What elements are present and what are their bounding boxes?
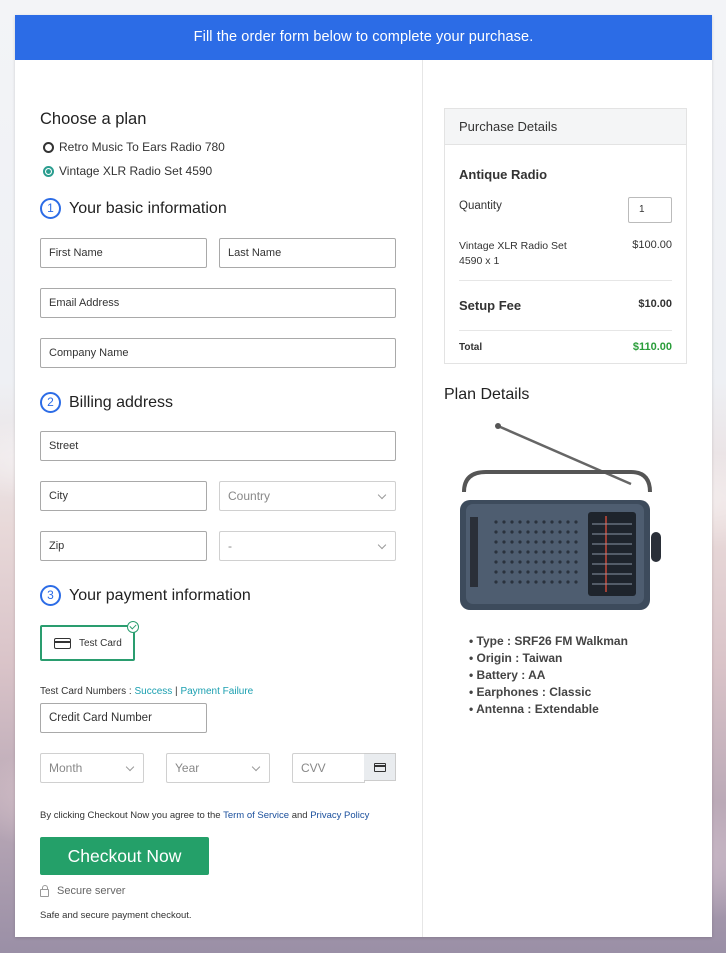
item-line-1: Vintage XLR Radio Set	[459, 240, 567, 252]
lock-icon	[40, 884, 49, 897]
check-circle-icon	[127, 621, 139, 633]
zip-input[interactable]: Zip	[40, 531, 207, 561]
spec-item: Battery : AA	[469, 668, 628, 682]
checkout-now-button[interactable]: Checkout Now	[40, 837, 209, 875]
purchase-details-heading: Purchase Details	[445, 109, 686, 145]
radio-checked-icon[interactable]	[43, 165, 54, 177]
company-name-input[interactable]: Company Name	[40, 338, 396, 368]
column-divider	[422, 60, 423, 937]
radio-unchecked-icon[interactable]	[43, 141, 54, 153]
year-select[interactable]: Year	[166, 753, 270, 783]
plan-option-label: Vintage XLR Radio Set 4590	[59, 164, 213, 178]
quantity-label: Quantity	[459, 200, 502, 212]
step-number-badge: 1	[40, 198, 61, 219]
plan-details-heading: Plan Details	[444, 386, 530, 403]
total-label: Total	[459, 342, 483, 353]
choose-plan-heading: Choose a plan	[40, 110, 147, 128]
plan-option-vintage[interactable]: Vintage XLR Radio Set 4590	[43, 164, 212, 178]
cvv-input[interactable]: CVV	[292, 753, 365, 783]
safe-checkout-text: Safe and secure payment checkout.	[40, 910, 192, 921]
chevron-down-icon	[125, 762, 135, 772]
terms-and: and	[289, 810, 311, 821]
test-card-label: Test Card	[79, 637, 122, 649]
terms-of-service-link[interactable]: Term of Service	[223, 810, 289, 821]
top-banner: Fill the order form below to complete yo…	[15, 15, 712, 60]
billing-section-title: 2 Billing address	[40, 392, 173, 413]
separator	[459, 330, 672, 331]
country-select-value: Country	[228, 489, 271, 503]
first-name-input[interactable]: First Name	[40, 238, 207, 268]
section-title-text: Your basic information	[69, 199, 227, 217]
test-numbers-prefix: Test Card Numbers :	[40, 686, 135, 697]
item-price: $100.00	[632, 239, 672, 251]
test-card-option[interactable]: Test Card	[40, 621, 139, 661]
cvv-card-icon	[364, 753, 396, 781]
section-title-text: Your payment information	[69, 586, 251, 604]
chevron-down-icon	[251, 762, 261, 772]
state-select-value: -	[228, 539, 232, 553]
credit-card-number-input[interactable]: Credit Card Number	[40, 703, 207, 733]
step-number-badge: 3	[40, 585, 61, 606]
chevron-down-icon	[377, 540, 387, 550]
total-value: $110.00	[632, 341, 672, 353]
month-select[interactable]: Month	[40, 753, 144, 783]
purchase-details-panel: Purchase Details Antique Radio Quantity …	[444, 108, 687, 364]
chevron-down-icon	[377, 490, 387, 500]
email-input[interactable]: Email Address	[40, 288, 396, 318]
section-title-text: Billing address	[69, 393, 174, 411]
quantity-input[interactable]: 1	[628, 197, 672, 223]
basic-info-section-title: 1 Your basic information	[40, 198, 227, 219]
success-link[interactable]: Success	[134, 686, 172, 697]
payment-failure-link[interactable]: Payment Failure	[180, 686, 253, 697]
terms-text: By clicking Checkout Now you agree to th…	[40, 810, 369, 821]
plan-specs-list: Type : SRF26 FM Walkman Origin : Taiwan …	[469, 634, 628, 719]
radio-product-image	[460, 423, 661, 610]
item-line-2: 4590 x 1	[459, 255, 500, 267]
spec-item: Antenna : Extendable	[469, 702, 628, 716]
credit-card-icon	[54, 637, 71, 649]
step-number-badge: 2	[40, 392, 61, 413]
month-select-value: Month	[49, 761, 83, 775]
secure-server-label: Secure server	[57, 885, 126, 897]
payment-section-title: 3 Your payment information	[40, 585, 251, 606]
secure-server-row: Secure server	[40, 884, 126, 897]
country-select[interactable]: Country	[219, 481, 396, 511]
spec-item: Origin : Taiwan	[469, 651, 628, 665]
setup-fee-value: $10.00	[638, 298, 672, 310]
item-description: Vintage XLR Radio Set 4590 x 1	[459, 239, 567, 269]
separator	[459, 280, 672, 281]
last-name-input[interactable]: Last Name	[219, 238, 396, 268]
state-select[interactable]: -	[219, 531, 396, 561]
year-select-value: Year	[175, 761, 200, 775]
product-title: Antique Radio	[459, 167, 548, 182]
spec-item: Earphones : Classic	[469, 685, 628, 699]
city-input[interactable]: City	[40, 481, 207, 511]
setup-fee-label: Setup Fee	[459, 298, 522, 313]
plan-option-label: Retro Music To Ears Radio 780	[59, 140, 225, 154]
test-card-numbers: Test Card Numbers : Success | Payment Fa…	[40, 686, 253, 697]
terms-prefix: By clicking Checkout Now you agree to th…	[40, 810, 224, 821]
privacy-policy-link[interactable]: Privacy Policy	[310, 810, 369, 821]
plan-option-retro[interactable]: Retro Music To Ears Radio 780	[43, 140, 225, 154]
street-input[interactable]: Street	[40, 431, 396, 461]
spec-item: Type : SRF26 FM Walkman	[469, 634, 628, 648]
order-form-card: Fill the order form below to complete yo…	[15, 15, 712, 937]
